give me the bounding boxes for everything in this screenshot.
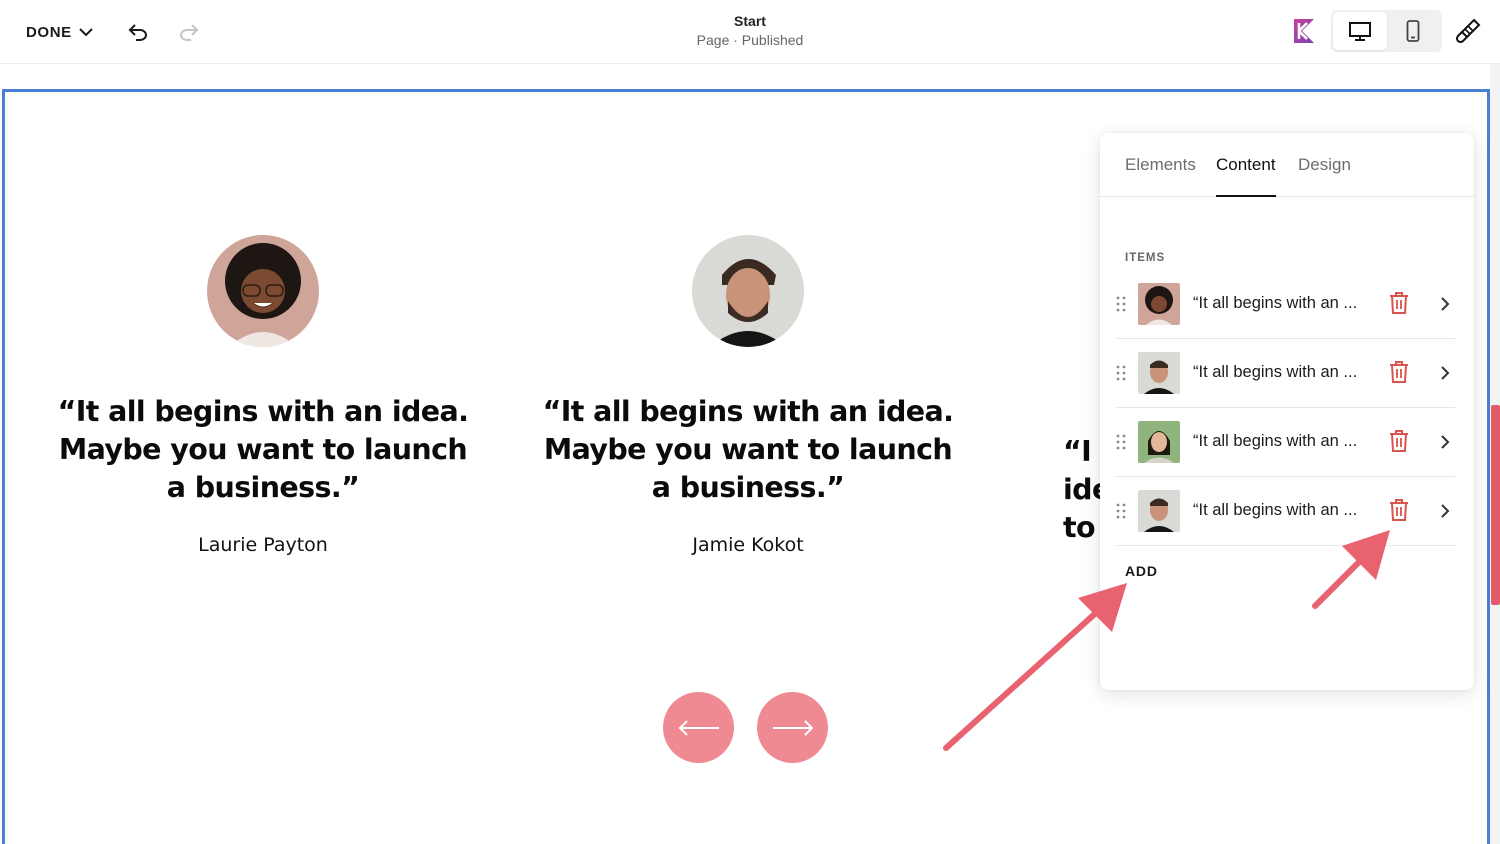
item-thumbnail — [1138, 421, 1180, 463]
drag-handle-icon[interactable] — [1116, 296, 1126, 312]
testimonial-quote-partial: “I idea to — [1063, 435, 1130, 544]
trash-icon[interactable] — [1388, 498, 1410, 522]
add-item-button[interactable]: ADD — [1125, 563, 1158, 579]
chevron-down-icon — [79, 28, 93, 37]
trash-icon[interactable] — [1388, 429, 1410, 453]
tab-design[interactable]: Design — [1298, 155, 1351, 195]
drag-handle-icon[interactable] — [1116, 503, 1126, 519]
next-button[interactable] — [757, 692, 828, 763]
tab-elements[interactable]: Elements — [1125, 155, 1196, 195]
drag-handle-icon[interactable] — [1116, 434, 1126, 450]
avatar — [207, 235, 319, 347]
item-thumbnail — [1138, 490, 1180, 532]
done-label: DONE — [26, 23, 72, 41]
page-title: Start — [734, 13, 766, 29]
testimonial-card[interactable]: “It all begins with an idea. Maybe you w… — [538, 235, 958, 556]
scrollbar-thumb[interactable] — [1491, 405, 1500, 605]
page-info: Start Page · Published — [600, 13, 900, 48]
brush-icon[interactable] — [1454, 17, 1482, 45]
item-thumbnail — [1138, 352, 1180, 394]
trash-icon[interactable] — [1388, 291, 1410, 315]
page-status: Page · Published — [696, 32, 804, 48]
desktop-view-button[interactable] — [1333, 12, 1387, 50]
mobile-view-button[interactable] — [1387, 12, 1441, 50]
list-item[interactable]: “It all begins with an ... — [1116, 270, 1455, 339]
item-label: “It all begins with an ... — [1193, 432, 1358, 450]
item-label: “It all begins with an ... — [1193, 501, 1358, 519]
testimonial-card[interactable]: “It all begins with an idea. Maybe you w… — [53, 235, 473, 556]
redo-icon — [180, 24, 199, 41]
list-item[interactable]: “It all begins with an ... — [1116, 339, 1455, 408]
trash-icon[interactable] — [1388, 360, 1410, 384]
items-label: ITEMS — [1125, 252, 1166, 264]
drag-handle-icon[interactable] — [1116, 365, 1126, 381]
chevron-right-icon[interactable] — [1438, 503, 1452, 519]
panel-tabs: Elements Content Design — [1100, 133, 1474, 197]
item-label: “It all begins with an ... — [1193, 294, 1358, 312]
tab-content[interactable]: Content — [1216, 155, 1276, 197]
previous-button[interactable] — [663, 692, 734, 763]
testimonial-quote: “It all begins with an idea. Maybe you w… — [57, 395, 469, 504]
device-toggle — [1331, 10, 1442, 52]
avatar — [692, 235, 804, 347]
testimonial-quote: “It all begins with an idea. Maybe you w… — [542, 395, 954, 504]
desktop-icon — [1348, 22, 1371, 41]
redo-button[interactable] — [175, 18, 203, 46]
chevron-right-icon[interactable] — [1438, 365, 1452, 381]
arrow-left-icon — [678, 719, 719, 736]
testimonial-author: Jamie Kokot — [692, 534, 804, 556]
done-button[interactable]: DONE — [26, 20, 94, 44]
list-item[interactable]: “It all begins with an ... — [1116, 477, 1455, 546]
list-item[interactable]: “It all begins with an ... — [1116, 408, 1455, 477]
chevron-right-icon[interactable] — [1438, 434, 1452, 450]
item-thumbnail — [1138, 283, 1180, 325]
content-panel: Elements Content Design ITEMS “It all be… — [1100, 133, 1474, 690]
item-label: “It all begins with an ... — [1193, 363, 1358, 381]
undo-icon — [128, 24, 147, 41]
testimonial-author: Laurie Payton — [198, 534, 328, 556]
arrow-right-icon — [772, 719, 813, 736]
top-toolbar: DONE Start Page · Published — [0, 0, 1500, 64]
chevron-right-icon[interactable] — [1438, 296, 1452, 312]
brand-logo-icon — [1294, 19, 1314, 43]
mobile-icon — [1406, 20, 1420, 42]
undo-button[interactable] — [124, 18, 152, 46]
